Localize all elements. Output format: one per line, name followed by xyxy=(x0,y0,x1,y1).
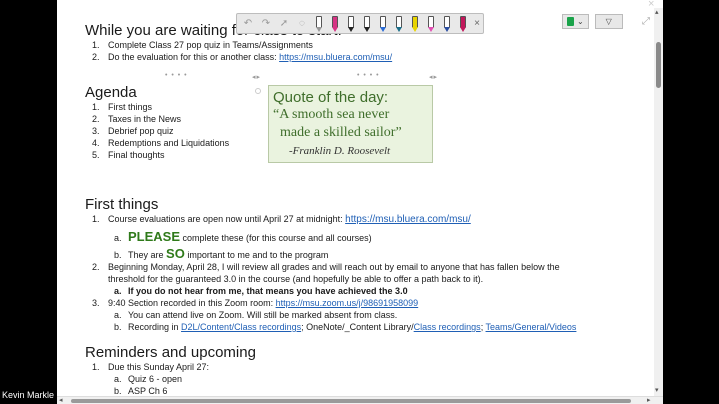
highlighter-yellow[interactable] xyxy=(408,15,422,33)
list-item: a. PLEASE complete these (for this course… xyxy=(114,229,372,244)
list-item-continuation: threshold for the guaranteed 3.0 in the … xyxy=(108,274,484,284)
right-toolbar: ⌄ ▽ xyxy=(562,14,623,29)
agenda-heading: Agenda xyxy=(85,84,137,101)
undo-icon[interactable]: ↶ xyxy=(240,16,256,32)
quote-of-the-day: Quote of the day: “A smooth sea never ma… xyxy=(268,85,433,163)
list-item: b. ASP Ch 6 xyxy=(114,386,168,396)
quote-line: made a skilled sailor” xyxy=(280,125,402,140)
list-item: a. If you do not hear from me, that means… xyxy=(114,286,408,296)
notebook-button[interactable]: ⌄ xyxy=(562,14,589,29)
horizontal-scrollbar[interactable]: ◂ ▸ xyxy=(57,396,663,404)
quote-author: -Franklin D. Roosevelt xyxy=(289,145,391,157)
ink-toolbar: ↶ ↷ ➚ ◌ × xyxy=(236,13,484,34)
pen-magenta[interactable] xyxy=(328,15,342,33)
quote-line: “A smooth sea never xyxy=(273,107,390,122)
scroll-up-icon[interactable]: ▴ xyxy=(655,8,659,16)
first-things-heading: First things xyxy=(85,196,159,213)
list-item: a. Quiz 6 - open xyxy=(114,374,183,384)
pen-blue[interactable] xyxy=(376,15,390,33)
filter-button[interactable]: ▽ xyxy=(594,14,623,29)
expand-icon[interactable]: ⤢ xyxy=(642,16,650,27)
list-item: 4. Redemptions and Liquidations xyxy=(92,138,230,148)
scroll-down-icon[interactable]: ▾ xyxy=(655,386,659,394)
reminders-heading: Reminders and upcoming xyxy=(85,344,256,361)
vertical-scrollbar[interactable]: ▴ ▾ xyxy=(654,8,663,396)
pen-teal[interactable] xyxy=(392,15,406,33)
onenote-page: While you are waiting for class to start… xyxy=(57,0,663,397)
zoom-viewport: While you are waiting for class to start… xyxy=(0,0,719,404)
evaluation-link[interactable]: https://msu.bluera.com/msu/ xyxy=(279,52,392,62)
container-handle[interactable]: • • • • xyxy=(357,72,380,79)
list-item: b. Recording in D2L/Content/Class recordi… xyxy=(114,322,577,332)
list-item: 1. Due this Sunday April 27: xyxy=(92,362,210,372)
participant-name: Kevin Markle xyxy=(2,390,55,400)
list-item: 1. Complete Class 27 pop quiz in Teams/As… xyxy=(92,40,313,50)
container-handle[interactable]: • • • • xyxy=(165,72,188,79)
close-toolbar-button[interactable]: × xyxy=(474,18,480,29)
resize-arrows[interactable]: ◂▸ xyxy=(252,73,261,81)
notebook-icon xyxy=(567,17,574,26)
list-item: 2. Do the evaluation for this or another … xyxy=(92,52,393,62)
resize-arrows[interactable]: ◂▸ xyxy=(429,73,438,81)
scroll-thumb[interactable] xyxy=(71,399,631,403)
quote-title: Quote of the day: xyxy=(273,89,389,106)
container-anchor-icon xyxy=(255,88,261,94)
d2l-recordings-link[interactable]: D2L/Content/Class recordings xyxy=(181,322,301,332)
evaluation-link[interactable]: https://msu.bluera.com/msu/ xyxy=(345,214,471,225)
pen-white[interactable] xyxy=(312,15,326,33)
list-item: b. They are SO important to me and to the… xyxy=(114,246,329,261)
zoom-link[interactable]: https://msu.zoom.us/j/98691958099 xyxy=(276,298,419,308)
list-item: 1. Course evaluations are open now until … xyxy=(92,214,471,225)
list-item: 2. Beginning Monday, April 28, I will rev… xyxy=(92,262,560,272)
list-item: 5. Final thoughts xyxy=(92,150,165,160)
scroll-left-icon[interactable]: ◂ xyxy=(59,396,63,404)
onenote-recordings-link[interactable]: Class recordings xyxy=(414,322,481,332)
list-item: 3. Debrief pop quiz xyxy=(92,126,174,136)
pen-navy[interactable] xyxy=(440,15,454,33)
list-item: a. You can attend live on Zoom. Will stil… xyxy=(114,310,398,320)
scroll-thumb[interactable] xyxy=(656,42,661,88)
redo-icon[interactable]: ↷ xyxy=(258,16,274,32)
list-item: 3. 9:40 Section recorded in this Zoom roo… xyxy=(92,298,419,308)
pen-crimson[interactable] xyxy=(456,15,470,33)
lasso-icon[interactable]: ◌ xyxy=(294,16,310,32)
pen-pink[interactable] xyxy=(424,15,438,33)
teams-videos-link[interactable]: Teams/General/Videos xyxy=(486,322,577,332)
cursor-icon[interactable]: ➚ xyxy=(276,16,292,32)
list-item: 2. Taxes in the News xyxy=(92,114,182,124)
pen-black[interactable] xyxy=(344,15,358,33)
pen-black-2[interactable] xyxy=(360,15,374,33)
scroll-right-icon[interactable]: ▸ xyxy=(647,396,651,404)
list-item: 1. First things xyxy=(92,102,153,112)
